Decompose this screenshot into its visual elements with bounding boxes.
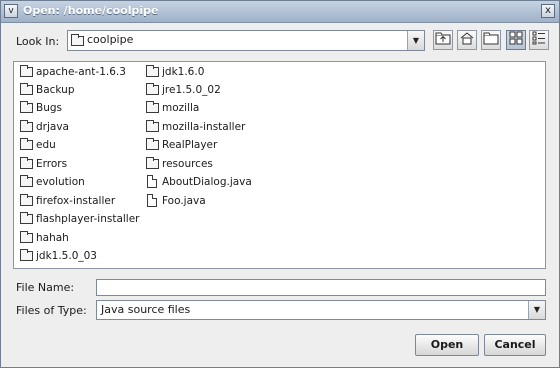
home-folder-button[interactable] xyxy=(457,30,477,50)
folder-icon xyxy=(146,157,159,169)
up-folder-button[interactable] xyxy=(433,30,453,50)
file-list[interactable]: apache-ant-1.6.3 Backup Bugs drjava edu … xyxy=(13,61,546,269)
look-in-dropdown[interactable]: coolpipe ▼ xyxy=(67,30,425,51)
folder-icon xyxy=(20,249,33,261)
open-button[interactable]: Open xyxy=(415,334,479,356)
folder-icon xyxy=(20,120,33,132)
folder-icon xyxy=(20,194,33,206)
folder-icon xyxy=(20,83,33,95)
folder-icon xyxy=(71,34,84,46)
chevron-down-icon[interactable]: ▼ xyxy=(407,31,424,50)
new-folder-button[interactable] xyxy=(481,30,501,50)
chevron-down-icon[interactable]: ▼ xyxy=(528,301,545,319)
list-view-button[interactable] xyxy=(506,30,526,50)
list-view-icon xyxy=(509,31,523,45)
close-icon[interactable]: x xyxy=(541,4,555,18)
file-name-input[interactable] xyxy=(96,279,546,296)
file-icon xyxy=(147,175,157,188)
folder-icon xyxy=(20,175,33,187)
window-title: Open: /home/coolpipe xyxy=(23,4,159,17)
window-menu-icon[interactable]: v xyxy=(4,4,18,18)
files-of-type-label: Files of Type: xyxy=(16,304,87,317)
look-in-label: Look In: xyxy=(16,35,60,48)
details-view-icon xyxy=(532,31,545,45)
look-in-value: coolpipe xyxy=(87,33,134,46)
open-dialog: v Open: /home/coolpipe x Look In: coolpi… xyxy=(0,0,560,368)
folder-icon xyxy=(20,101,33,113)
title-bar: v Open: /home/coolpipe x xyxy=(1,1,559,23)
details-view-button[interactable] xyxy=(529,30,549,50)
file-icon xyxy=(147,194,157,207)
folder-icon xyxy=(146,138,159,150)
folder-icon xyxy=(20,157,33,169)
files-of-type-dropdown[interactable]: Java source files ▼ xyxy=(96,300,546,320)
folder-icon xyxy=(20,65,33,77)
folder-icon xyxy=(20,212,33,224)
folder-icon xyxy=(20,138,33,150)
folder-icon xyxy=(146,83,159,95)
folder-icon xyxy=(146,101,159,113)
folder-icon xyxy=(20,231,33,243)
home-icon xyxy=(460,32,474,45)
cancel-button[interactable]: Cancel xyxy=(484,334,546,356)
up-folder-icon xyxy=(435,32,451,45)
new-folder-icon xyxy=(483,32,499,45)
folder-icon xyxy=(146,120,159,132)
folder-icon xyxy=(146,65,159,77)
file-name-label: File Name: xyxy=(16,281,75,294)
files-of-type-value: Java source files xyxy=(101,303,191,316)
